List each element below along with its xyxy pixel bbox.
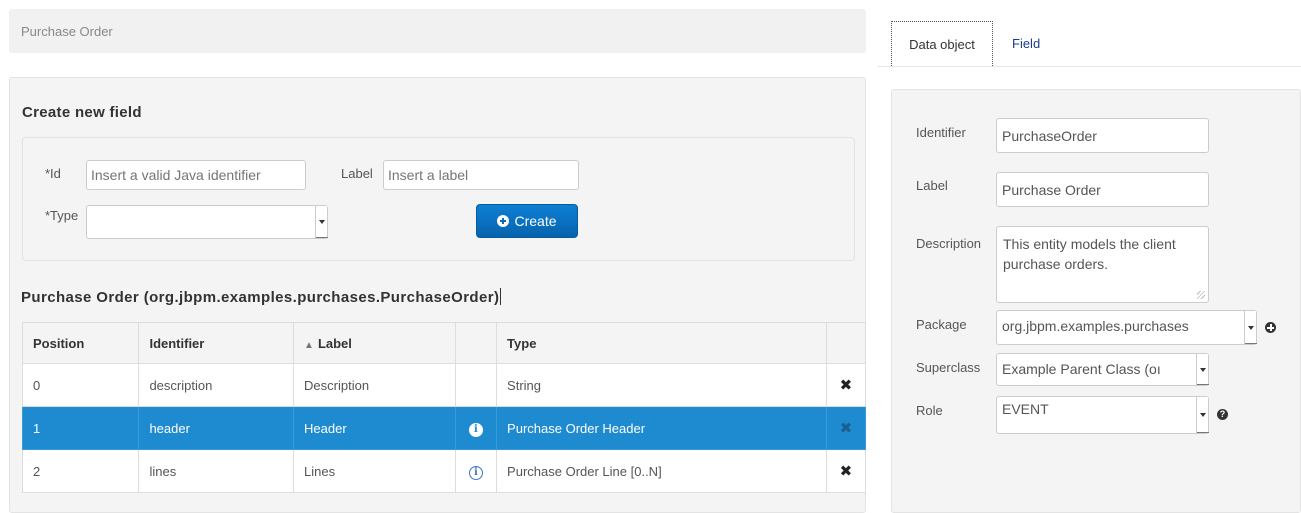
cell-type: Purchase Order Header xyxy=(496,406,827,450)
entity-heading-text: Purchase Order (org.jbpm.examples.purcha… xyxy=(21,289,500,306)
table-row[interactable]: 2 lines Lines i Purchase Order Line [0..… xyxy=(21,449,867,493)
column-header-identifier[interactable]: Identifier xyxy=(138,322,295,364)
cell-identifier: header xyxy=(138,406,295,450)
cell-info: i xyxy=(454,449,498,493)
sort-up-icon: ▲ xyxy=(304,339,314,351)
entity-heading: Purchase Order (org.jbpm.examples.purcha… xyxy=(21,288,502,306)
package-label: Package xyxy=(916,317,967,332)
package-select[interactable]: org.jbpm.examples.purchases xyxy=(996,310,1257,345)
cell-identifier: description xyxy=(138,363,295,407)
close-icon[interactable]: ✖ xyxy=(840,463,853,480)
plus-circle-icon xyxy=(497,215,510,227)
resize-grip-icon[interactable] xyxy=(1197,291,1205,299)
cell-delete: ✖ xyxy=(825,363,867,407)
cell-type: Purchase Order Line [0..N] xyxy=(496,449,827,493)
label-label: Label xyxy=(916,178,948,193)
superclass-select[interactable]: Example Parent Class (oı xyxy=(996,353,1209,386)
cell-delete: ✖ xyxy=(825,449,867,493)
info-icon[interactable]: i xyxy=(468,422,483,437)
role-select[interactable]: EVENT xyxy=(996,396,1209,434)
table-row[interactable]: 1 header Header i Purchase Order Header … xyxy=(21,406,867,450)
fields-panel: Create new field *Id Label *Type Create … xyxy=(9,77,867,513)
cell-delete: ✖ xyxy=(825,406,867,450)
label-input[interactable] xyxy=(996,172,1209,207)
cell-label: Header xyxy=(293,406,456,450)
description-textarea[interactable]: This entity models the client purchase o… xyxy=(996,226,1209,303)
cell-info xyxy=(454,363,498,407)
chevron-down-icon xyxy=(315,206,328,238)
create-button-label: Create xyxy=(514,213,557,229)
description-textarea-wrap: This entity models the client purchase o… xyxy=(996,226,1209,303)
tab-field[interactable]: Field xyxy=(1012,21,1040,66)
cell-identifier: lines xyxy=(138,449,295,493)
column-header-actions xyxy=(825,322,867,364)
plus-circle-icon[interactable] xyxy=(1265,322,1276,333)
tab-bar: Data object Field xyxy=(877,9,1301,67)
close-icon[interactable]: ✖ xyxy=(840,420,853,437)
table-header-row: Position Identifier ▲ Label Type xyxy=(21,322,867,364)
create-button[interactable]: Create xyxy=(476,204,578,238)
role-select-value: EVENT xyxy=(1002,401,1049,417)
identifier-input[interactable] xyxy=(996,118,1209,153)
table-row[interactable]: 0 description Description String ✖ xyxy=(21,363,867,407)
tab-data-object[interactable]: Data object xyxy=(891,21,993,66)
chevron-down-icon xyxy=(1244,311,1257,344)
create-field-form: *Id Label *Type xyxy=(22,137,855,261)
cell-label: Description xyxy=(293,363,456,407)
superclass-select-value: Example Parent Class (oı xyxy=(1002,361,1161,377)
role-label: Role xyxy=(916,403,943,418)
breadcrumb-bar: Purchase Order xyxy=(9,9,866,53)
column-header-info xyxy=(454,322,498,364)
column-header-label[interactable]: ▲ Label xyxy=(293,322,456,364)
create-field-heading: Create new field xyxy=(22,104,142,121)
info-icon[interactable]: i xyxy=(468,465,483,480)
cell-position: 2 xyxy=(21,449,140,493)
column-header-label-text: Label xyxy=(317,335,352,351)
column-header-type[interactable]: Type xyxy=(496,322,827,364)
cell-position: 1 xyxy=(21,406,140,450)
chevron-down-icon xyxy=(1196,397,1209,433)
page-title: Purchase Order xyxy=(21,24,113,39)
cell-info: i xyxy=(454,406,498,450)
cell-position: 0 xyxy=(21,363,140,407)
type-select[interactable] xyxy=(86,205,328,239)
chevron-down-icon xyxy=(1196,354,1209,385)
description-label: Description xyxy=(916,236,982,251)
superclass-label: Superclass xyxy=(916,360,981,375)
column-header-position[interactable]: Position xyxy=(21,322,140,364)
label-input[interactable] xyxy=(383,160,579,190)
cell-label: Lines xyxy=(293,449,456,493)
cell-type: String xyxy=(496,363,827,407)
question-circle-icon[interactable]: ? xyxy=(1217,409,1228,420)
close-icon[interactable]: ✖ xyxy=(840,377,853,394)
id-input[interactable] xyxy=(86,160,306,190)
identifier-label: Identifier xyxy=(916,125,966,140)
type-label: *Type xyxy=(45,208,79,223)
text-cursor xyxy=(500,288,502,305)
label-label: Label xyxy=(341,166,373,181)
id-label: *Id xyxy=(45,166,61,181)
data-object-panel: Identifier Label Description This entity… xyxy=(891,89,1301,513)
fields-table: Position Identifier ▲ Label Type 0 descri… xyxy=(21,322,867,493)
package-select-value: org.jbpm.examples.purchases xyxy=(1002,318,1189,334)
